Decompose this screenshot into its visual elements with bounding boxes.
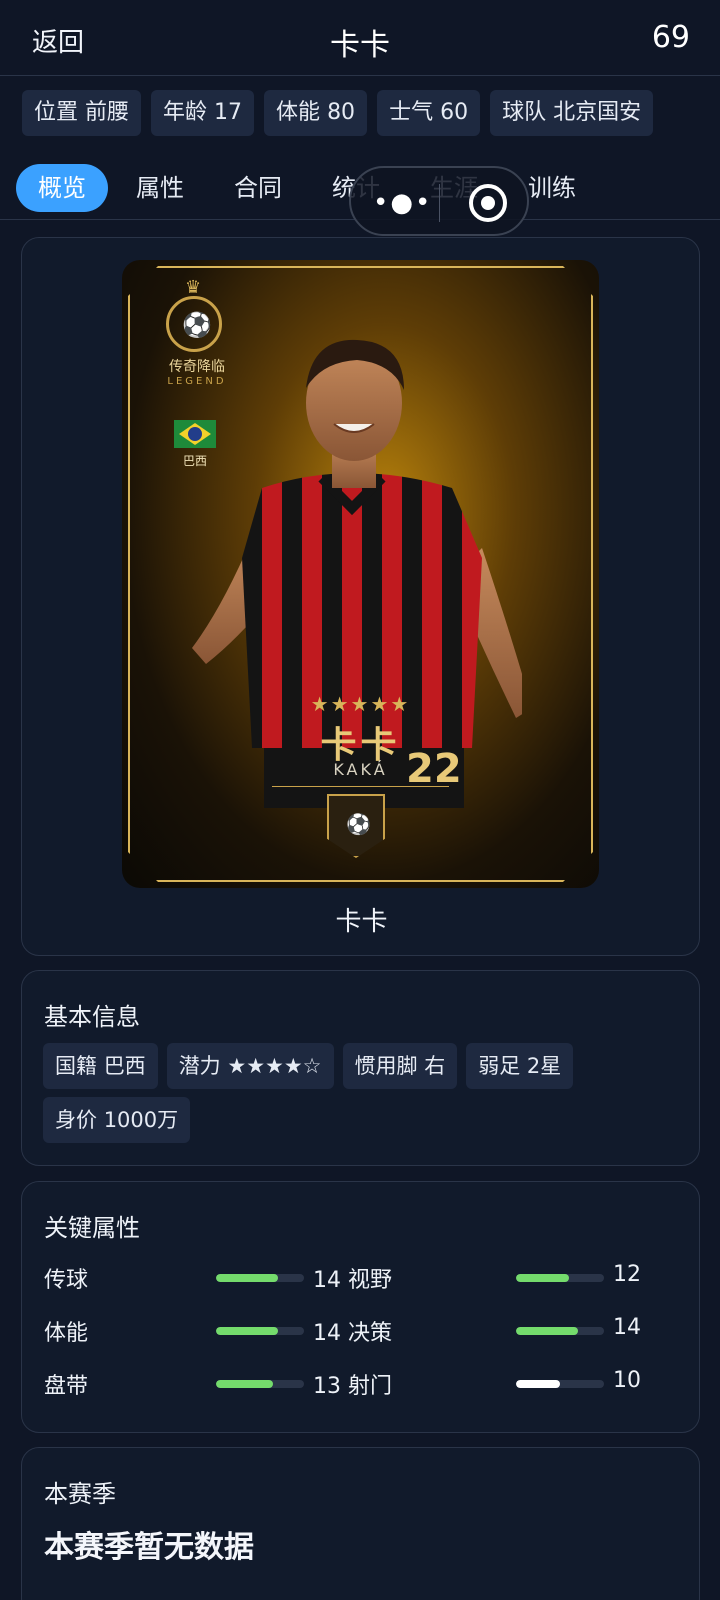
page-title: 卡卡 [330,28,390,63]
attribute-bar-fill [516,1380,560,1388]
attribute-name: 盘带 [44,1374,89,1399]
tab-contract[interactable]: 合同 [212,164,304,212]
attribute-bar-fill [516,1327,578,1335]
chip-position: 位置 前腰 [22,90,142,136]
attribute-row: 盘带 13 射门 10 [44,1364,684,1404]
chip-label: 年龄 [163,100,208,125]
attribute-bar-fill [516,1274,569,1282]
attribute-value: 10 [613,1368,641,1393]
attribute-bar-fill [216,1327,278,1335]
attribute-bar [216,1327,304,1335]
info-value: ★★★★☆ [227,1054,322,1078]
player-stars: ★★★★★ [310,692,411,716]
chip-label: 士气 [389,100,434,125]
close-target-icon[interactable] [469,184,507,222]
attribute-value: 14 [613,1315,641,1340]
chip-label: 体能 [276,100,321,125]
chip-label: 位置 [34,100,79,125]
basic-info-panel: 基本信息 国籍 巴西 潜力 ★★★★☆ 惯用脚 右 弱足 2星 身价 1000万 [21,970,700,1166]
attribute-name: 射门 [348,1374,393,1399]
chip-label: 球队 [502,100,547,125]
attribute-bar [516,1274,604,1282]
info-value: 右 [424,1054,446,1078]
chip-stamina: 体能 80 [264,90,368,136]
attribute-value: 14 [313,1321,341,1346]
info-value: 2星 [526,1054,562,1078]
card-player-name-en: KAKÁ [333,760,388,779]
attribute-bar [216,1274,304,1282]
more-icon[interactable]: •●• [373,188,432,218]
top-bar: 返回 卡卡 69 [0,0,720,76]
attribute-name: 体能 [44,1321,89,1346]
player-card-image: 传奇降临 LEGEND 巴西 [122,260,599,888]
chip-value: 60 [440,100,469,125]
info-label: 国籍 [55,1054,97,1078]
info-value: 巴西 [103,1054,146,1078]
chip-value: 80 [327,100,356,125]
player-card-panel: 传奇降临 LEGEND 巴西 [21,237,700,956]
info-weak-foot: 弱足 2星 [466,1043,574,1089]
empty-state-text: 本赛季暂无数据 [44,1530,254,1565]
overall-rating: 69 [651,20,690,55]
chip-team: 球队 北京国安 [490,90,654,136]
attribute-value: 12 [613,1262,641,1287]
chip-age: 年龄 17 [151,90,255,136]
player-name-caption: 卡卡 [335,907,388,937]
info-label: 惯用脚 [354,1054,418,1078]
info-label: 身价 [55,1108,97,1132]
key-attributes-panel: 关键属性 传球 14 视野 12 体能 14 决策 14 盘带 13 射门 10 [21,1181,700,1433]
attribute-bar [216,1380,304,1388]
attribute-row: 传球 14 视野 12 [44,1258,684,1298]
attribute-name: 决策 [348,1321,393,1346]
chip-value: 北京国安 [553,100,642,125]
season-panel: 本赛季 本赛季暂无数据 [21,1447,700,1600]
attribute-bar-fill [216,1274,278,1282]
attribute-bar [516,1327,604,1335]
summary-chips: 位置 前腰 年龄 17 体能 80 士气 60 球队 北京国安 [22,90,654,136]
info-label: 弱足 [478,1054,521,1078]
attribute-row: 体能 14 决策 14 [44,1311,684,1351]
section-title: 本赛季 [44,1480,116,1508]
info-chip-list: 国籍 巴西 潜力 ★★★★☆ 惯用脚 右 弱足 2星 身价 1000万 [43,1043,663,1143]
chip-value: 17 [214,100,243,125]
info-value: 1000万 [103,1108,179,1132]
divider [272,786,449,787]
tab-overview[interactable]: 概览 [16,164,108,212]
info-potential: 潜力 ★★★★☆ [166,1043,334,1089]
attribute-value: 14 [313,1268,341,1293]
chip-value: 前腰 [85,100,130,125]
info-market-value: 身价 1000万 [43,1097,191,1143]
miniprogram-capsule: •●• [349,166,529,236]
chip-morale: 士气 60 [377,90,481,136]
divider [439,184,440,222]
section-title: 基本信息 [44,1003,140,1031]
info-label: 潜力 [178,1054,221,1078]
attribute-value: 13 [313,1374,341,1399]
info-nationality: 国籍 巴西 [43,1043,158,1089]
info-preferred-foot: 惯用脚 右 [342,1043,458,1089]
attribute-name: 传球 [44,1268,89,1293]
attribute-name: 视野 [348,1268,393,1293]
attribute-bar-fill [216,1380,274,1388]
attribute-bar [516,1380,604,1388]
tab-attributes[interactable]: 属性 [114,164,206,212]
section-title: 关键属性 [44,1214,140,1242]
